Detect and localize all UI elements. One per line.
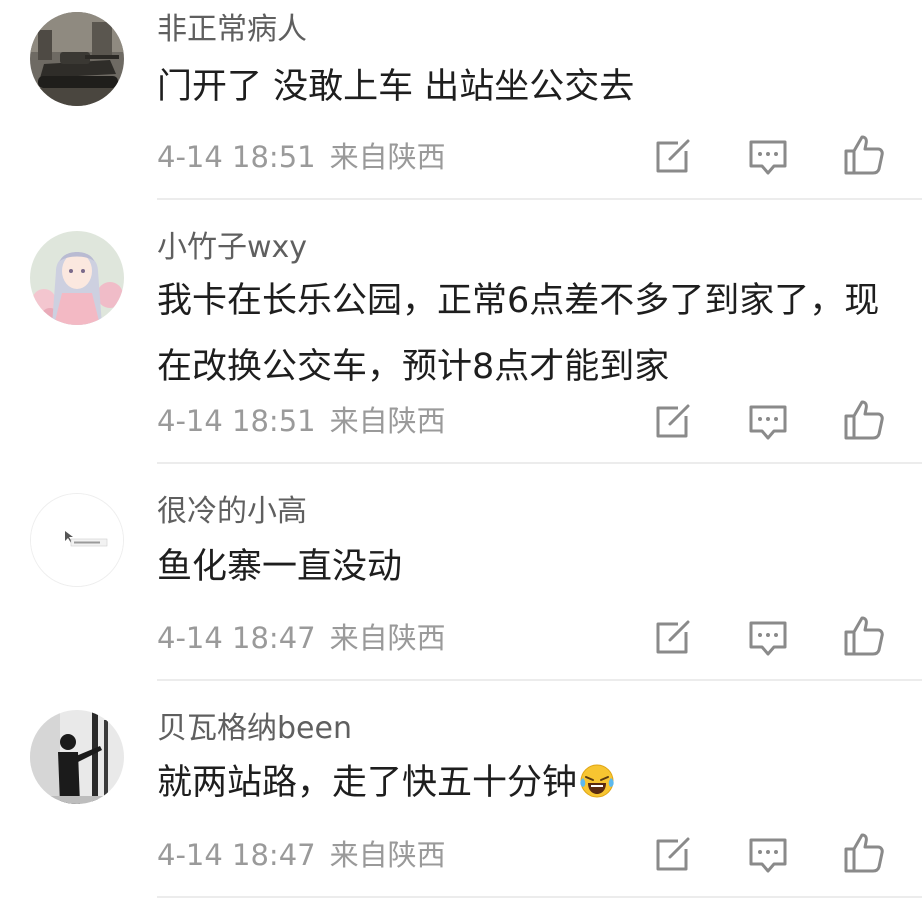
username[interactable]: 非正常病人 [157,12,307,48]
username[interactable]: 很冷的小高 [157,494,307,530]
username[interactable]: 贝瓦格纳been [157,711,352,747]
comment-text: 鱼化寨一直没动 [157,547,403,587]
thumbs-up-icon[interactable] [842,614,886,658]
comment-text: 门开了 没敢上车 出站坐公交去 [157,67,635,107]
share-edit-icon[interactable] [650,833,694,877]
thumbs-up-icon[interactable] [842,831,886,875]
share-edit-icon[interactable] [650,400,694,444]
comment-bubble-icon[interactable] [746,833,790,877]
comment-text: 就两站路，走了快五十分钟 [157,750,902,816]
timestamp: 4-14 18:51 [157,140,316,174]
thumbs-up-icon[interactable] [842,133,886,177]
avatar[interactable] [30,231,124,325]
divider [157,462,922,464]
avatar[interactable] [30,12,124,106]
laughing-crying-emoji-icon [580,764,614,798]
share-edit-icon[interactable] [650,135,694,179]
comment-bubble-icon[interactable] [746,400,790,444]
divider [157,896,922,898]
avatar[interactable] [30,710,124,804]
avatar[interactable] [30,493,124,587]
location: 来自陕西 [329,621,446,655]
divider [157,679,922,681]
location: 来自陕西 [329,404,446,438]
comment-meta: 4-14 18:51 来自陕西 [157,403,446,439]
share-edit-icon[interactable] [650,616,694,660]
username[interactable]: 小竹子wxy [157,230,307,266]
comment-meta: 4-14 18:47 来自陕西 [157,620,446,656]
comment-text-content: 就两站路，走了快五十分钟 [157,763,578,803]
timestamp: 4-14 18:47 [157,621,316,655]
thumbs-up-icon[interactable] [842,398,886,442]
divider [157,198,922,200]
comment-meta: 4-14 18:51 来自陕西 [157,139,446,175]
timestamp: 4-14 18:51 [157,404,316,438]
comment-meta: 4-14 18:47 来自陕西 [157,837,446,873]
location: 来自陕西 [329,838,446,872]
comment-text: 我卡在长乐公园，正常6点差不多了到家了，现在改换公交车，预计8点才能到家 [157,281,880,387]
location: 来自陕西 [329,140,446,174]
comment-bubble-icon[interactable] [746,616,790,660]
comment-bubble-icon[interactable] [746,135,790,179]
timestamp: 4-14 18:47 [157,838,316,872]
